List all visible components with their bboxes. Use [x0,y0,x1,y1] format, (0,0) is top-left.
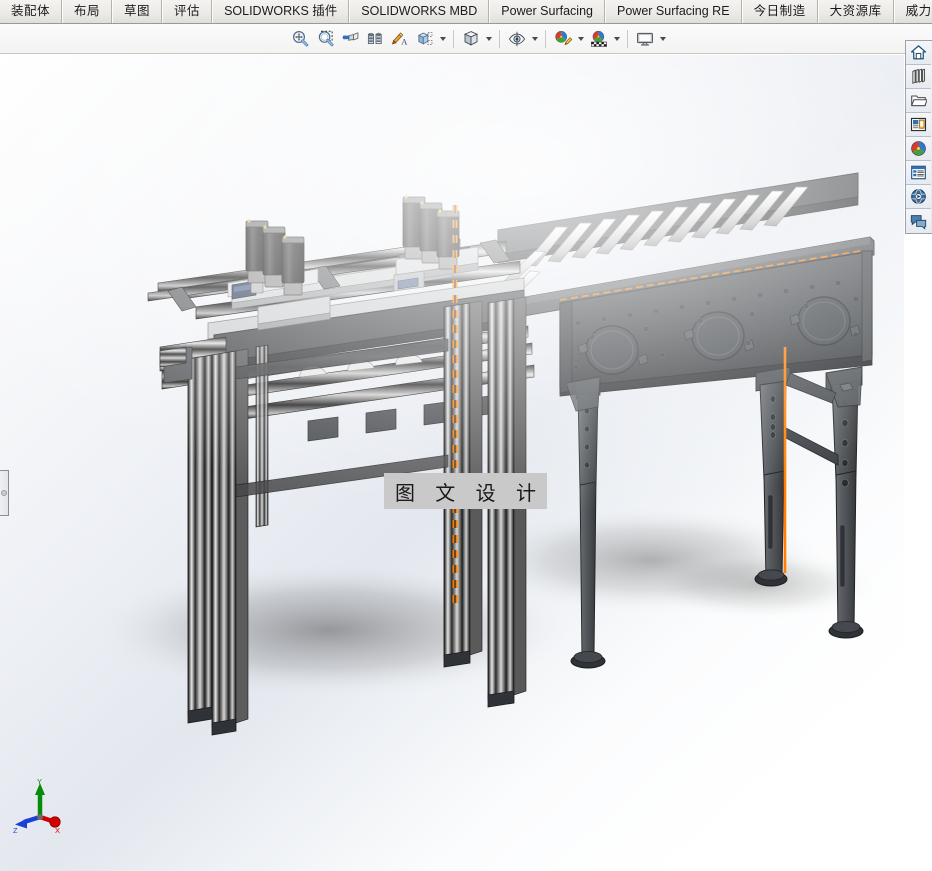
edit-appearance-icon [555,31,573,46]
appearances-scenes-button[interactable] [906,137,931,161]
shaded-cube-icon [463,31,479,46]
task-pane [905,40,932,234]
view-settings-caret[interactable] [530,27,540,51]
command-manager-tab-bar: 装配体 布局 草图 评估 SOLIDWORKS 插件 SOLIDWORKS MB… [0,0,932,24]
actuator-motors-right [402,195,460,270]
triad-z-label: Z [13,826,18,835]
zoom-to-area-button[interactable] [313,27,337,51]
apply-scene-icon [591,30,607,47]
triad-y-axis: Y [35,777,45,817]
solidworks-resources-button[interactable] [906,41,931,65]
tab-label: SOLIDWORKS MBD [361,4,478,19]
view-orientation-icon [367,32,382,45]
design-library-button[interactable] [906,65,931,89]
actuator-motors-left [245,219,305,296]
tab-label: 草图 [124,3,151,19]
tab-label: 大资源库 [829,3,882,19]
toolbar-separator [627,30,628,48]
tab-power-surface-design[interactable]: 威力曲面設計 [893,0,932,23]
hide-show-items-icon [417,32,433,45]
tab-sketch[interactable]: 草图 [112,0,163,23]
coordinate-triad: Y Z X [12,777,76,841]
viewport-caret[interactable] [658,27,668,51]
tab-evaluate[interactable]: 评估 [162,0,213,23]
view-palette-button[interactable] [906,113,931,137]
content-central-icon [911,189,926,204]
display-style-cube-button[interactable] [459,27,483,51]
triad-x-axis: X [39,814,61,835]
triad-svg: Y Z X [13,777,61,835]
tab-assembly[interactable]: 装配体 [0,0,63,23]
apply-scene-caret[interactable] [612,27,622,51]
forum-button[interactable] [906,209,931,233]
forum-icon [910,214,927,230]
tab-label: 装配体 [11,3,51,19]
tab-solidworks-addins[interactable]: SOLIDWORKS 插件 [212,0,350,23]
tab-label: SOLIDWORKS 插件 [224,4,338,19]
file-explorer-icon [911,95,927,107]
panel-grip-dot [1,490,7,496]
viewport-monitor-icon [637,32,653,46]
tab-today-manufacturing[interactable]: 今日制造 [741,0,818,23]
solidworks-resources-icon [910,45,927,60]
triad-y-label: Y [37,777,42,786]
watermark-text: 图 文 设 计 [394,480,544,505]
edit-appearance-caret[interactable] [576,27,586,51]
tab-power-surfacing-re[interactable]: Power Surfacing RE [605,0,742,23]
tab-layout[interactable]: 布局 [62,0,113,23]
display-style-caret[interactable] [484,27,494,51]
assembly-model [0,55,904,871]
tab-solidworks-mbd[interactable]: SOLIDWORKS MBD [349,0,490,23]
view-heads-up-toolbar: A [0,24,932,54]
view-settings-button[interactable] [505,27,529,51]
custom-properties-button[interactable] [906,161,931,185]
watermark-banner: 图 文 设 计 [384,473,547,509]
feature-manager-collapsed-tab[interactable] [0,470,9,516]
section-view-icon [342,32,359,41]
triad-z-axis: Z [13,814,41,835]
edit-appearance-button[interactable] [551,27,575,51]
graphics-viewport[interactable]: 图 文 设 计 Y Z X [0,55,904,871]
solidworks-window: 装配体 布局 草图 评估 SOLIDWORKS 插件 SOLIDWORKS MB… [0,0,932,871]
hide-show-items-caret[interactable] [438,27,448,51]
tab-label: 今日制造 [753,3,806,19]
toolbar-separator [499,30,500,48]
design-library-icon [912,68,926,84]
zoom-to-fit-icon [292,30,309,47]
tab-label: 评估 [174,3,201,19]
file-explorer-button[interactable] [906,89,931,113]
tab-label: Power Surfacing RE [617,4,730,19]
triad-x-label: X [55,826,60,835]
tab-power-surfacing[interactable]: Power Surfacing [489,0,605,23]
content-central-button[interactable] [906,185,931,209]
view-orientation-button[interactable] [363,27,387,51]
assembly-model-svg [0,172,904,871]
display-style-icon: A [391,32,407,46]
tab-label: 布局 [74,3,101,19]
svg-text:A: A [401,37,407,46]
toolbar-separator [545,30,546,48]
apply-scene-button[interactable] [587,27,611,51]
tab-big-resource-library[interactable]: 大资源库 [817,0,894,23]
tab-label: Power Surfacing [501,4,593,19]
eye-icon [508,31,526,47]
section-view-button[interactable] [338,27,362,51]
toolbar-separator [453,30,454,48]
tab-label: 威力曲面設計 [905,3,932,19]
zoom-to-fit-button[interactable] [288,27,312,51]
appearances-scenes-icon [911,141,926,156]
zoom-to-area-icon [318,30,334,47]
viewport-button[interactable] [633,27,657,51]
custom-properties-icon [911,165,926,180]
view-palette-icon [910,117,927,132]
hide-show-items-button[interactable] [413,27,437,51]
display-style-button[interactable]: A [388,27,412,51]
